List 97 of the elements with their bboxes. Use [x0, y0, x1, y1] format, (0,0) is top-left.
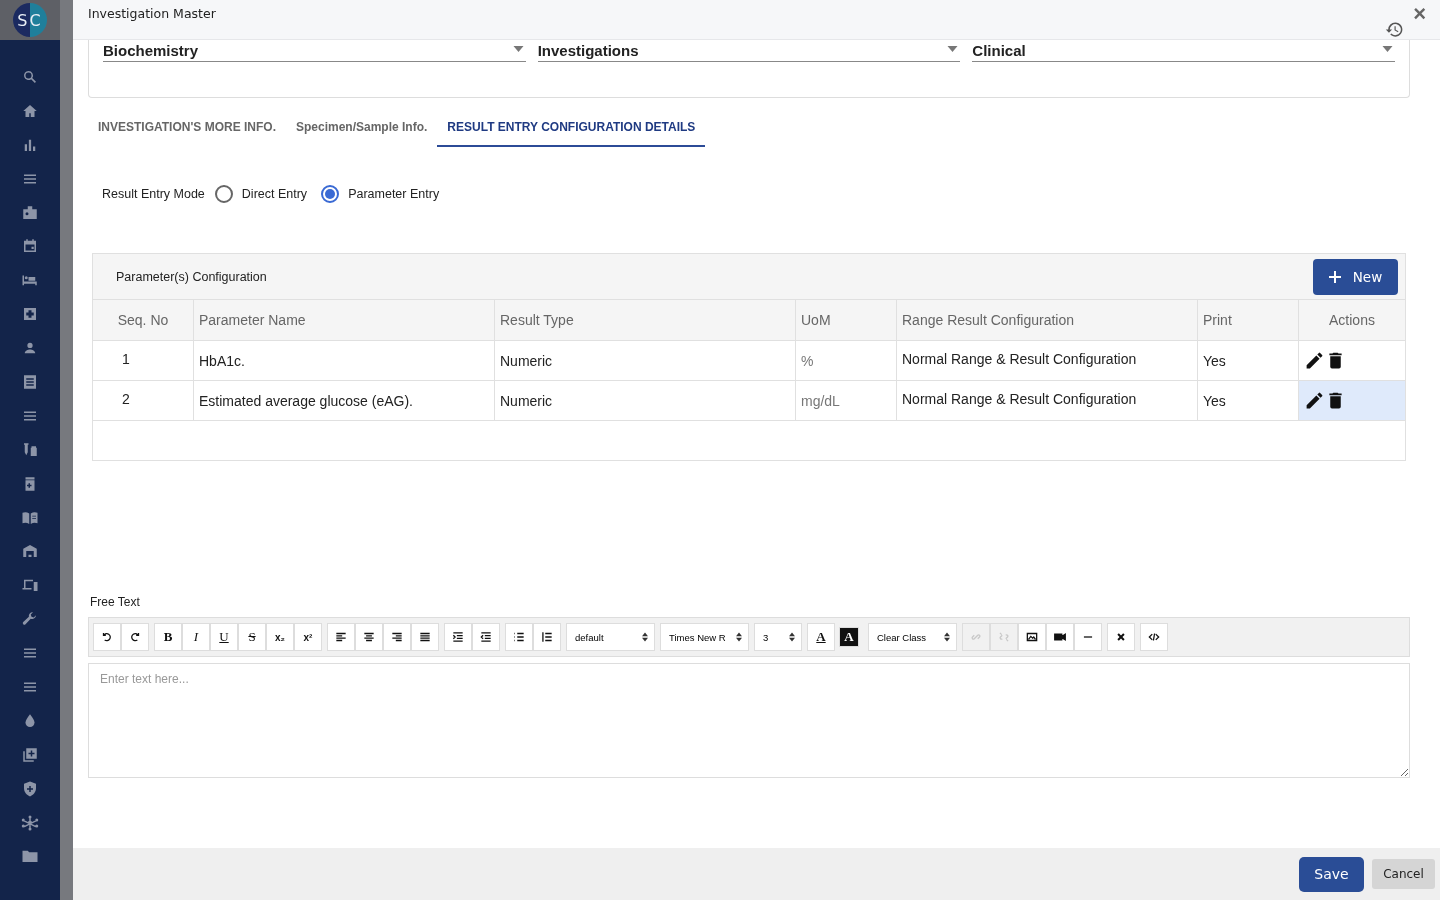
radio-label[interactable]: Parameter Entry: [348, 187, 440, 201]
unlink-icon: [997, 630, 1011, 644]
align-center-icon: [362, 630, 376, 644]
table-cell: HbA1c.: [193, 340, 495, 381]
align-left-icon: [334, 630, 348, 644]
format-button[interactable]: x₂: [266, 623, 294, 651]
justify-icon: [418, 630, 432, 644]
table-cell: Normal Range & Result Configuration: [896, 380, 1198, 421]
format-button[interactable]: x²: [294, 623, 322, 651]
bullet-list-icon: [512, 630, 526, 644]
table-cell: 1: [93, 340, 194, 381]
radio-button[interactable]: [321, 185, 340, 203]
code-button[interactable]: [1140, 623, 1168, 651]
edit-icon[interactable]: [1304, 390, 1325, 411]
close-button[interactable]: [1107, 623, 1135, 651]
select-field[interactable]: Clear Class: [868, 623, 957, 651]
format-button[interactable]: I: [182, 623, 210, 651]
logo: SC: [13, 3, 47, 37]
column-header: Seq. No: [93, 299, 194, 341]
radio-label[interactable]: Direct Entry: [241, 187, 308, 201]
column-header: UoM: [795, 299, 897, 341]
shield-icon[interactable]: [21, 779, 39, 798]
panel-title: Parameter(s) Configuration: [116, 269, 267, 284]
image-icon: [1025, 630, 1039, 644]
outdent-icon: [479, 630, 493, 644]
caret-icon: [1382, 46, 1393, 52]
dropdown-field[interactable]: Biochemistry: [103, 40, 526, 62]
close-button[interactable]: ×: [1413, 3, 1426, 25]
edit-icon[interactable]: [1304, 350, 1325, 371]
redo-button[interactable]: [121, 623, 149, 651]
bullet-list-button[interactable]: [505, 623, 533, 651]
table-cell: %: [795, 340, 897, 381]
video-camera-icon: [1053, 630, 1067, 644]
table-cell: Numeric: [494, 340, 796, 381]
new-button[interactable]: New: [1313, 258, 1398, 295]
format-button[interactable]: U: [210, 623, 238, 651]
indent-button[interactable]: [444, 623, 472, 651]
column-header: Range Result Configuration: [896, 299, 1198, 341]
column-header: Parameter Name: [193, 299, 495, 341]
table-cell: 2: [93, 380, 194, 421]
tab[interactable]: RESULT ENTRY CONFIGURATION DETAILS: [437, 108, 706, 147]
align-right-icon: [390, 630, 404, 644]
caret-icon: [512, 46, 524, 52]
video-camera-button[interactable]: [1046, 623, 1074, 651]
select-field[interactable]: 3: [754, 623, 802, 651]
justify-button[interactable]: [411, 623, 439, 651]
undo-button[interactable]: [93, 623, 121, 651]
align-left-button[interactable]: [327, 623, 355, 651]
align-right-button[interactable]: [383, 623, 411, 651]
history-icon[interactable]: [1385, 20, 1404, 39]
caret-icon: [947, 46, 959, 52]
search-icon[interactable]: [21, 68, 39, 86]
numbered-list-button[interactable]: [533, 623, 561, 651]
format-button[interactable]: A: [807, 623, 835, 651]
vials-icon[interactable]: [21, 440, 39, 459]
save-button[interactable]: Save: [1299, 856, 1364, 892]
window-title: Investigation Master: [88, 6, 216, 21]
field-label: Result Entry Mode: [102, 187, 205, 201]
table-cell: Normal Range & Result Configuration: [896, 340, 1198, 381]
sort-icon: [944, 632, 950, 642]
badge-icon[interactable]: [21, 203, 39, 222]
select-field[interactable]: Times New R: [660, 623, 749, 651]
plus-icon: [1328, 270, 1341, 283]
tab[interactable]: INVESTIGATION'S MORE INFO.: [88, 108, 286, 147]
sort-icon: [642, 632, 648, 642]
indent-icon: [451, 630, 465, 644]
code-icon: [1147, 630, 1161, 644]
add-box-icon[interactable]: [21, 745, 39, 764]
text-editor-field[interactable]: Enter text here...: [88, 663, 1410, 778]
sort-icon: [736, 632, 742, 642]
numbered-list-icon: [540, 630, 554, 644]
redo-icon: [128, 630, 142, 644]
table-cell: Yes: [1197, 380, 1299, 421]
table-cell: Yes: [1197, 340, 1299, 381]
column-header: Result Type: [494, 299, 796, 341]
table-cell: Numeric: [494, 380, 796, 421]
select-field[interactable]: default: [566, 623, 655, 651]
table-cell: mg/dL: [795, 380, 897, 421]
format-button[interactable]: B: [154, 623, 182, 651]
network-icon[interactable]: [21, 813, 39, 832]
tab[interactable]: Specimen/Sample Info.: [286, 108, 438, 147]
dropdown-field[interactable]: Clinical: [972, 40, 1395, 62]
field-label: Free Text: [90, 595, 141, 609]
align-center-button[interactable]: [355, 623, 383, 651]
cancel-button[interactable]: Cancel: [1372, 859, 1435, 889]
table-cell: Estimated average glucose (eAG).: [193, 380, 495, 421]
column-header: Print: [1197, 299, 1299, 341]
sort-icon: [789, 632, 795, 642]
format-button[interactable]: A: [839, 627, 859, 647]
undo-icon: [100, 630, 114, 644]
column-header: Actions: [1298, 299, 1405, 341]
image-button[interactable]: [1018, 623, 1046, 651]
outdent-button[interactable]: [472, 623, 500, 651]
dropdown-field[interactable]: Investigations: [537, 40, 961, 62]
radio-button[interactable]: [214, 185, 233, 203]
document-icon[interactable]: [21, 373, 39, 391]
format-button[interactable]: S: [238, 623, 266, 651]
